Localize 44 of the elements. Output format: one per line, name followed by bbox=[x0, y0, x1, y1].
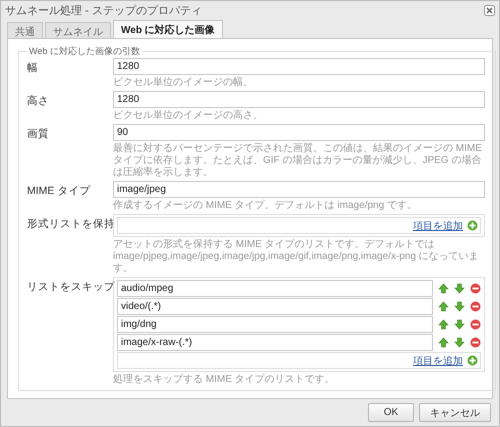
input-field[interactable]: 1280 bbox=[113, 91, 485, 108]
move-up-icon[interactable] bbox=[438, 301, 449, 312]
remove-icon[interactable] bbox=[470, 337, 481, 348]
field-label: リストをスキップ bbox=[27, 280, 113, 295]
field-label: 形式リストを保持 bbox=[27, 217, 113, 232]
tab[interactable]: Web に対応した画像 bbox=[113, 20, 223, 38]
remove-icon[interactable] bbox=[470, 283, 481, 294]
add-item-link[interactable]: 項目を追加 bbox=[413, 354, 463, 368]
add-icon[interactable] bbox=[467, 220, 478, 231]
window-title: サムネール処理 - ステップのプロパティ bbox=[5, 4, 202, 18]
add-icon[interactable] bbox=[467, 355, 478, 366]
input-field[interactable]: img/dng bbox=[117, 316, 433, 333]
move-down-icon[interactable] bbox=[454, 337, 465, 348]
add-item-link[interactable]: 項目を追加 bbox=[413, 218, 463, 232]
field-label: MIME タイプ bbox=[27, 184, 92, 199]
tab[interactable]: 共通 bbox=[7, 22, 43, 38]
field-label: 高さ bbox=[27, 94, 50, 109]
input-field[interactable]: audio/mpeg bbox=[117, 280, 433, 297]
help-text: 作成するイメージの MIME タイプ。デフォルトは image/png です。 bbox=[113, 200, 418, 212]
remove-icon[interactable] bbox=[470, 301, 481, 312]
tab[interactable]: サムネイル bbox=[45, 22, 111, 38]
help-text: ピクセル単位のイメージの幅。 bbox=[113, 77, 254, 89]
close-icon[interactable] bbox=[484, 5, 495, 16]
input-field[interactable]: image/x-raw-(.*) bbox=[117, 334, 433, 351]
input-field[interactable]: 90 bbox=[113, 124, 485, 141]
move-down-icon[interactable] bbox=[454, 283, 465, 294]
field-label: 幅 bbox=[27, 61, 39, 76]
field-label: 画質 bbox=[27, 127, 50, 142]
move-down-icon[interactable] bbox=[454, 319, 465, 330]
dialog-button[interactable]: OK bbox=[368, 403, 414, 422]
help-text: ピクセル単位のイメージの高さ。 bbox=[113, 110, 264, 122]
dialog-button[interactable]: キャンセル bbox=[419, 403, 491, 422]
input-field[interactable]: image/jpeg bbox=[113, 181, 485, 198]
input-field[interactable]: video/(.*) bbox=[117, 298, 433, 315]
input-field[interactable]: 1280 bbox=[113, 58, 485, 75]
help-text: 処理をスキップする MIME タイプのリストです。 bbox=[113, 374, 336, 386]
move-down-icon[interactable] bbox=[454, 301, 465, 312]
fieldset-legend: Web に対応した画像の引数 bbox=[27, 45, 142, 58]
help-text: 最善に対するパーセンテージで示された画質。この値は、結果のイメージの MIME タイプに依存します。たとえば、GIF の場合はカラーの量が減少し、JPEG の場合は圧縮率を示します。 bbox=[113, 143, 483, 179]
remove-icon[interactable] bbox=[470, 319, 481, 330]
help-text: アセットの形式を保持する MIME タイプのリストです。デフォルトでは image/pjpeg,image/jpeg,image/jpg,image/gif,image/png,image/x-png になっています。 bbox=[113, 239, 480, 275]
move-up-icon[interactable] bbox=[438, 319, 449, 330]
move-up-icon[interactable] bbox=[438, 337, 449, 348]
move-up-icon[interactable] bbox=[438, 283, 449, 294]
